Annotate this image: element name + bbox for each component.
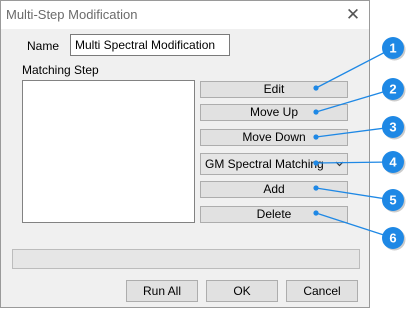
callout-leader-line bbox=[315, 88, 394, 113]
callout-leader-line bbox=[315, 212, 394, 239]
callout-leader-line bbox=[315, 126, 394, 138]
callout-overlay: 1 2 3 4 5 6 bbox=[313, 37, 406, 251]
callout-leader-line bbox=[315, 161, 394, 164]
callout-leader-line bbox=[315, 47, 394, 89]
callout-leader-line bbox=[315, 187, 394, 201]
callout-badge-number: 2 bbox=[389, 82, 396, 97]
callout-anchor-dot bbox=[313, 185, 319, 191]
callout-badge-number: 6 bbox=[389, 231, 396, 246]
callout-anchor-dot bbox=[313, 134, 319, 140]
callout-anchor-dot bbox=[313, 85, 319, 91]
callout-anchor-dot bbox=[313, 109, 319, 115]
callout-badge-number: 4 bbox=[389, 155, 397, 170]
callout-badge-number: 5 bbox=[389, 193, 396, 208]
callout-anchor-dot bbox=[313, 210, 319, 216]
callout-badge-number: 1 bbox=[389, 41, 396, 56]
callout-anchor-dot bbox=[313, 160, 319, 166]
callout-badge-number: 3 bbox=[389, 120, 396, 135]
